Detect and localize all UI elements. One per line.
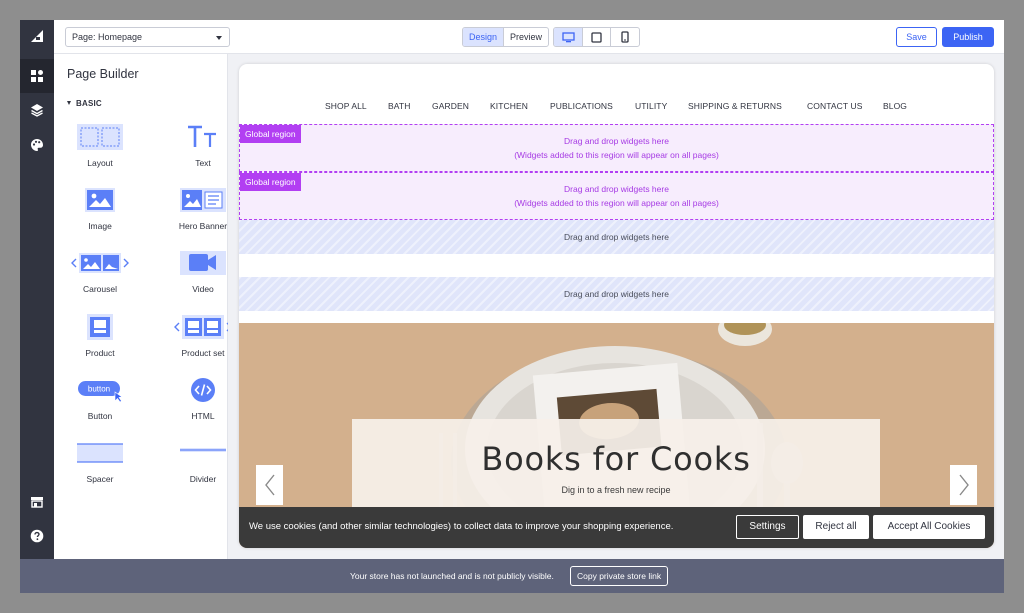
nav-shipping-returns[interactable]: SHIPPING & RETURNS [688, 101, 782, 111]
page-select-value: Page: Homepage [72, 32, 143, 42]
cookie-message: We use cookies (and other similar techno… [249, 521, 674, 532]
nav-garden[interactable]: GARDEN [432, 101, 469, 111]
widget-product-label: Product [85, 348, 115, 358]
nav-kitchen[interactable]: KITCHEN [490, 101, 528, 111]
widget-button[interactable]: button Button [65, 373, 135, 429]
mode-toggle: Design Preview [462, 27, 550, 47]
device-toggle [553, 27, 640, 47]
store-icon[interactable] [20, 485, 54, 519]
widget-spacer-label: Spacer [86, 474, 114, 484]
spacer-icon [65, 436, 135, 470]
help-icon[interactable] [20, 519, 54, 553]
widget-image[interactable]: Image [65, 183, 135, 239]
cookie-accept-button[interactable]: Accept All Cookies [873, 515, 985, 539]
chevron-left-icon [264, 474, 275, 496]
cookie-settings-button[interactable]: Settings [736, 515, 799, 539]
global-region-note: (Widgets added to this region will appea… [514, 150, 719, 160]
nav-publications[interactable]: PUBLICATIONS [550, 101, 613, 111]
carousel-prev-button[interactable] [256, 465, 283, 505]
top-bar: Page: Homepage Design Preview Save Publi… [54, 20, 1004, 54]
page-builder-sidebar: Page Builder BASIC Layout Text Image Her… [54, 54, 232, 559]
hero-subtitle: Dig in to a fresh new recipe [561, 485, 671, 495]
tab-preview[interactable]: Preview [503, 28, 548, 46]
page-select-dropdown[interactable]: Page: Homepage [65, 27, 230, 47]
widget-layout-label: Layout [87, 158, 113, 168]
drop-zone[interactable]: Drag and drop widgets here [239, 220, 994, 254]
widget-carousel-label: Carousel [82, 284, 118, 294]
bigcommerce-logo[interactable] [20, 20, 54, 54]
launch-status-bar: Your store has not launched and is not p… [20, 559, 1004, 593]
page-builder-app: Page: Homepage Design Preview Save Publi… [20, 20, 1004, 593]
save-button[interactable]: Save [896, 27, 937, 47]
global-region-hint: Drag and drop widgets here [564, 184, 669, 194]
launch-status-message: Your store has not launched and is not p… [350, 571, 554, 581]
section-basic-header[interactable]: BASIC [67, 99, 102, 108]
widget-carousel[interactable]: Carousel [65, 246, 135, 302]
tab-design[interactable]: Design [463, 28, 504, 46]
drop-zone[interactable]: Drag and drop widgets here [239, 277, 994, 311]
cookie-reject-button[interactable]: Reject all [803, 515, 869, 539]
layout-icon [65, 120, 135, 154]
global-region[interactable]: Global region Drag and drop widgets here… [239, 172, 994, 220]
cookie-banner: We use cookies (and other similar techno… [239, 507, 994, 548]
widget-layout[interactable]: Layout [65, 120, 135, 176]
carousel-icon [65, 246, 135, 280]
widget-image-label: Image [88, 221, 112, 231]
sidebar-title: Page Builder [67, 67, 139, 81]
nav-shop-all[interactable]: SHOP ALL [325, 101, 367, 111]
widget-spacer[interactable]: Spacer [65, 436, 135, 492]
section-basic-label: BASIC [76, 99, 102, 108]
global-region-note: (Widgets added to this region will appea… [514, 198, 719, 208]
caret-down-icon [67, 101, 71, 105]
left-rail [20, 20, 54, 559]
chevron-down-icon [216, 36, 222, 40]
store-preview: SHOP ALL BATH GARDEN KITCHEN PUBLICATION… [239, 64, 994, 548]
button-icon-text: button [88, 385, 110, 394]
tablet-icon[interactable] [582, 28, 610, 46]
widget-product[interactable]: Product [65, 310, 135, 366]
image-icon [65, 183, 135, 217]
copy-private-link-button[interactable]: Copy private store link [570, 566, 669, 586]
nav-bath[interactable]: BATH [388, 101, 410, 111]
nav-contact-us[interactable]: CONTACT US [807, 101, 862, 111]
palette-icon[interactable] [20, 128, 54, 162]
chevron-right-icon [958, 474, 969, 496]
hero-title: Books for Cooks [481, 440, 751, 478]
carousel-next-button[interactable] [950, 465, 977, 505]
nav-utility[interactable]: UTILITY [635, 101, 667, 111]
desktop-icon[interactable] [554, 28, 582, 46]
global-region-hint: Drag and drop widgets here [564, 136, 669, 146]
nav-blog[interactable]: BLOG [883, 101, 907, 111]
publish-button[interactable]: Publish [942, 27, 994, 47]
global-region[interactable]: Global region Drag and drop widgets here… [239, 124, 994, 172]
layers-icon[interactable] [20, 93, 54, 127]
store-nav: SHOP ALL BATH GARDEN KITCHEN PUBLICATION… [239, 64, 994, 124]
widget-button-label: Button [87, 411, 113, 421]
widgets-icon[interactable] [20, 59, 54, 93]
button-icon: button [65, 373, 135, 407]
design-canvas: SHOP ALL BATH GARDEN KITCHEN PUBLICATION… [228, 54, 1004, 559]
hero-card: Books for Cooks Dig in to a fresh new re… [352, 419, 880, 519]
product-icon [65, 310, 135, 344]
mobile-icon[interactable] [610, 28, 638, 46]
